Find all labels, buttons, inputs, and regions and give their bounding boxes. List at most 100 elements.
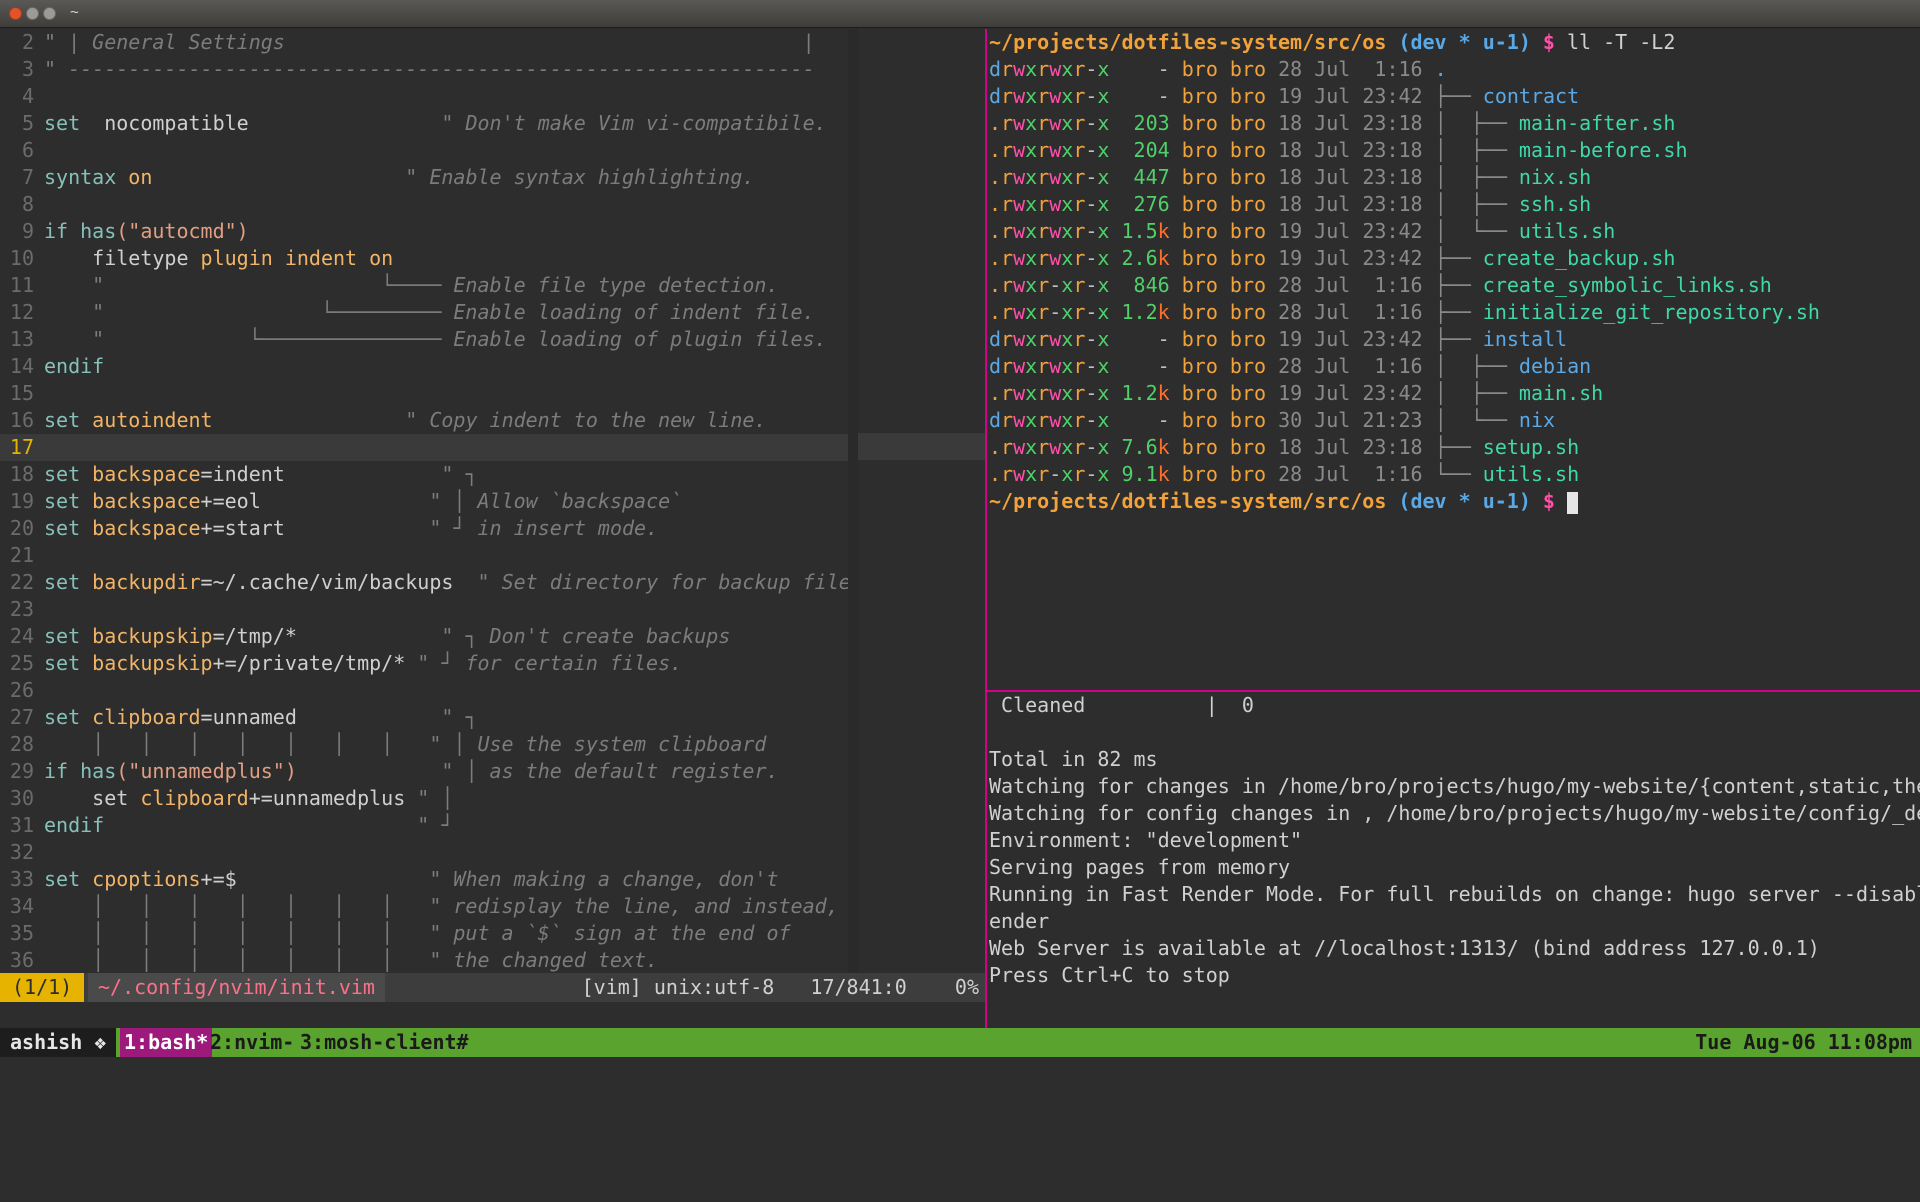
hugo-server-pane[interactable]: Cleaned | 0 Total in 82 ms Watching for ch… [987,692,1920,1028]
file-name[interactable]: install [1483,327,1567,351]
listing-row: .rwxrwxr-x 204 bro bro 18 Jul 23:18 │ ├─… [987,137,1920,164]
file-name[interactable]: create_backup.sh [1483,246,1676,270]
tree-branch: │ ├── [1434,138,1519,162]
vim-token: " | General Settings | [44,30,815,54]
vim-split-divider[interactable] [848,29,858,973]
vim-line-code: syntax on " Enable syntax highlighting. [44,165,754,189]
file-owner: bro bro [1181,300,1267,324]
line-number: 21 [9,543,34,567]
tmux-window-bash[interactable]: 1:bash* [120,1028,213,1057]
vim-line: 25 set backupskip+=/private/tmp/* " ┘ for… [0,650,985,677]
vim-line: 30 set clipboard+=unnamedplus " │ [0,785,985,812]
file-name[interactable]: . [1435,57,1447,81]
prompt-symbol: $ [1542,30,1555,54]
listing-row: drwxrwxr-x - bro bro 28 Jul 1:16 │ ├── d… [987,353,1920,380]
tree-branch: ├── [1434,273,1483,297]
vim-line: 24 set backupskip=/tmp/* " ┐ Don't create… [0,623,985,650]
file-size: 9.1k [1109,462,1170,486]
tree-branch: │ ├── [1434,381,1519,405]
file-permissions: .rwxrwxr-x [989,381,1110,405]
file-permissions: drwxrwxr-x [989,408,1110,432]
tree-branch: └── [1434,462,1483,486]
tmux-window-mosh[interactable]: 3:mosh-client# [296,1028,473,1057]
vim-token: " ┐ [284,462,478,486]
file-name[interactable]: utils.sh [1519,219,1615,243]
line-number: 19 [9,489,34,513]
vim-line-code: endif " ┘ [44,813,453,837]
minimize-window-button[interactable] [26,7,39,20]
line-number: 14 [9,354,34,378]
file-owner: bro bro [1181,246,1267,270]
vim-token: =~/.cache/vim/backups [200,570,454,594]
vim-token: ("unnamedplus") [116,759,297,783]
tree-branch: │ └── [1434,219,1519,243]
vim-token: autoindent [80,408,213,432]
file-date: 19 Jul 23:42 [1278,327,1423,351]
vim-token: " Set directory for backup files. [453,570,875,594]
hugo-output-line: Watching for changes in /home/bro/projec… [989,774,1920,798]
vim-token: on [116,165,153,189]
file-date: 28 Jul 1:16 [1278,273,1423,297]
file-name[interactable]: main-before.sh [1519,138,1688,162]
close-window-button[interactable] [9,7,22,20]
file-name[interactable]: main-after.sh [1519,111,1676,135]
vim-token: +=$ [200,867,237,891]
vim-token: =unnamed [200,705,297,729]
vim-token: " Copy indent to the new line. [212,408,767,432]
file-name[interactable]: create_symbolic_links.sh [1483,273,1772,297]
listing-row: .rwxr-xr-x 9.1k bro bro 28 Jul 1:16 └── … [987,461,1920,488]
shell-pane[interactable]: ~/projects/dotfiles-system/src/os (dev *… [987,29,1920,690]
vim-line: 20 set backspace+=start " ┘ in insert mod… [0,515,985,542]
vim-token: │ │ │ │ │ │ │ " put a `$` sign at the en… [44,921,791,945]
listing-row: .rwxrwxr-x 7.6k bro bro 18 Jul 23:18 ├──… [987,434,1920,461]
vim-token: " Don't make Vim vi-compatibile. [248,111,827,135]
vim-line: 10 filetype plugin indent on [0,245,985,272]
tmux-window-nvim[interactable]: 2:nvim- [206,1028,298,1057]
file-name[interactable]: setup.sh [1483,435,1579,459]
file-owner: bro bro [1181,327,1267,351]
file-date: 19 Jul 23:42 [1278,219,1423,243]
vim-line: 27 set clipboard=unnamed " ┐ [0,704,985,731]
line-number: 12 [9,300,34,324]
file-owner: bro bro [1181,165,1267,189]
vim-token: clipboard [80,705,201,729]
line-number: 10 [9,246,34,270]
vim-line-code: │ │ │ │ │ │ │ " put a `$` sign at the en… [44,921,791,945]
prompt-git-status: (dev * u-1) [1398,489,1531,513]
vim-line-code: set backspace+=start " ┘ in insert mode. [44,516,658,540]
line-number: 30 [9,786,34,810]
vim-line: 9 if has("autocmd") [0,218,985,245]
file-name[interactable]: utils.sh [1483,462,1579,486]
file-permissions: .rwxrwxr-x [989,435,1110,459]
vim-token: set [44,111,81,135]
file-permissions: .rwxrwxr-x [989,192,1110,216]
line-number: 31 [9,813,34,837]
tree-branch: ├── [1434,327,1483,351]
file-date: 18 Jul 23:18 [1278,138,1423,162]
vim-line-code: set clipboard=unnamed " ┐ [44,705,478,729]
tree-branch: │ ├── [1434,192,1519,216]
file-name[interactable]: ssh.sh [1519,192,1591,216]
file-date: 19 Jul 23:42 [1278,246,1423,270]
file-date: 19 Jul 23:42 [1278,381,1423,405]
maximize-window-button[interactable] [43,7,56,20]
file-name[interactable]: main.sh [1519,381,1603,405]
vim-line: 16 set autoindent " Copy indent to the ne… [0,407,985,434]
file-name[interactable]: nix [1519,408,1555,432]
file-name[interactable]: nix.sh [1519,165,1591,189]
line-number: 22 [9,570,34,594]
shell-command: ll -T -L2 [1567,30,1676,54]
listing-row: .rwxrwxr-x 2.6k bro bro 19 Jul 23:42 ├──… [987,245,1920,272]
vim-token: set [44,570,81,594]
vim-secondary-window[interactable] [858,29,985,973]
vim-token: " ┘ [104,813,454,837]
listing-row: .rwxrwxr-x 447 bro bro 18 Jul 23:18 │ ├─… [987,164,1920,191]
line-number: 15 [9,381,34,405]
file-name[interactable]: initialize_git_repository.sh [1483,300,1820,324]
vim-line: 7 syntax on " Enable syntax highlighting. [0,164,985,191]
file-name[interactable]: contract [1483,84,1579,108]
vim-editor-pane[interactable]: 2 " | General Settings | 3 " --------------… [0,29,985,973]
tmux-clock: Tue Aug-06 11:08pm [1695,1030,1912,1054]
listing-row: drwxrwxr-x - bro bro 19 Jul 23:42 ├── in… [987,326,1920,353]
file-name[interactable]: debian [1519,354,1591,378]
